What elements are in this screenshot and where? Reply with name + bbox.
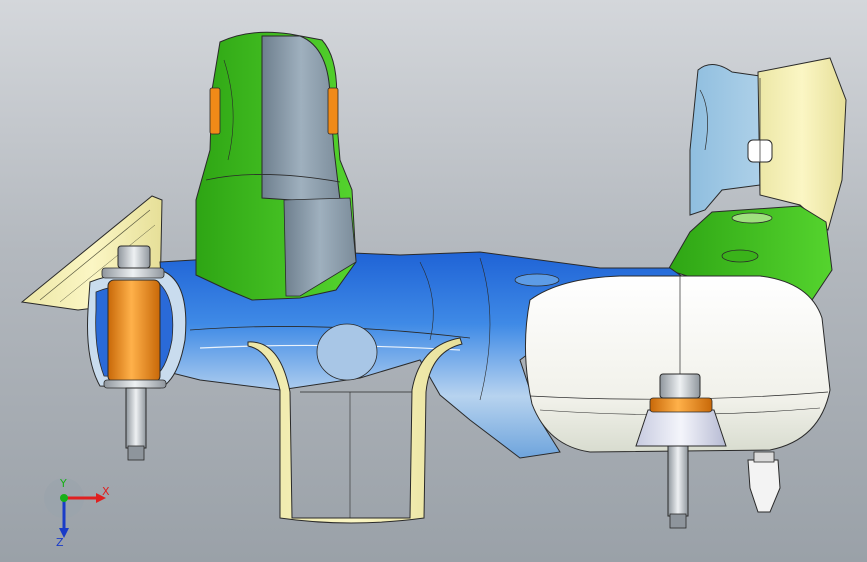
y-axis-dot (60, 494, 68, 502)
y-axis-label: Y (59, 478, 67, 490)
subframe-3d-model[interactable] (0, 0, 867, 562)
x-axis-label: X (102, 485, 110, 498)
green-tower (195, 31, 357, 301)
left-bushing-mount (87, 245, 187, 461)
axis-triad: Y X Z (44, 478, 110, 548)
right-rear-bracket (689, 57, 847, 231)
z-axis-label: Z (56, 536, 64, 548)
3d-viewport[interactable]: Y X Z (0, 0, 867, 562)
